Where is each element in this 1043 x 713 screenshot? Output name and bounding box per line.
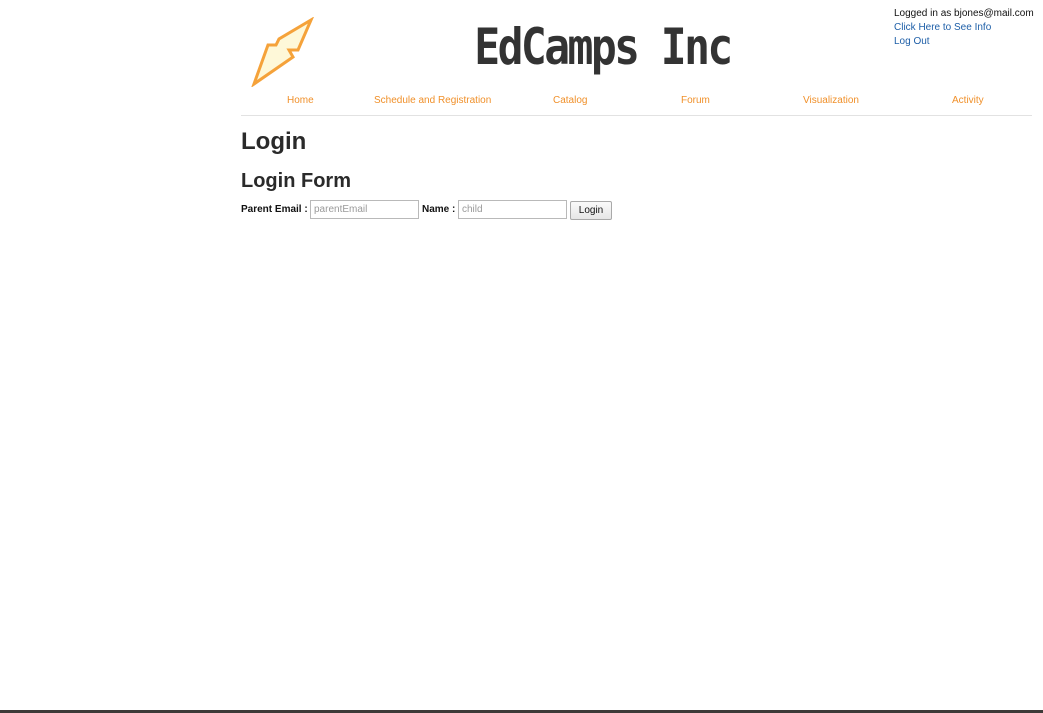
user-info-link[interactable]: Click Here to See Info bbox=[894, 21, 1034, 35]
parent-email-label: Parent Email : bbox=[241, 204, 308, 215]
lightning-bolt-icon[interactable] bbox=[249, 17, 315, 87]
nav-item-schedule-registration[interactable]: Schedule and Registration bbox=[374, 95, 491, 106]
nav-item-activity[interactable]: Activity bbox=[952, 95, 984, 106]
name-label: Name : bbox=[422, 204, 456, 215]
form-title: Login Form bbox=[241, 170, 351, 192]
parent-email-field[interactable] bbox=[310, 200, 419, 219]
main-nav: Home Schedule and Registration Catalog F… bbox=[241, 91, 1032, 116]
login-form: Parent Email : Name : Login bbox=[241, 200, 641, 220]
logout-link[interactable]: Log Out bbox=[894, 35, 1034, 49]
logged-in-status: Logged in as bjones@mail.com bbox=[894, 8, 1034, 19]
nav-item-visualization[interactable]: Visualization bbox=[803, 95, 859, 106]
nav-item-forum[interactable]: Forum bbox=[681, 95, 710, 106]
nav-item-home[interactable]: Home bbox=[287, 95, 314, 106]
child-name-field[interactable] bbox=[458, 200, 567, 219]
nav-item-catalog[interactable]: Catalog bbox=[553, 95, 587, 106]
user-box: Logged in as bjones@mail.com Click Here … bbox=[894, 7, 1034, 49]
login-button[interactable]: Login bbox=[570, 201, 612, 220]
page-title: Login bbox=[241, 128, 307, 155]
page: EdCamps Inc Logged in as bjones@mail.com… bbox=[0, 0, 1043, 713]
site-title: EdCamps Inc bbox=[474, 18, 733, 76]
